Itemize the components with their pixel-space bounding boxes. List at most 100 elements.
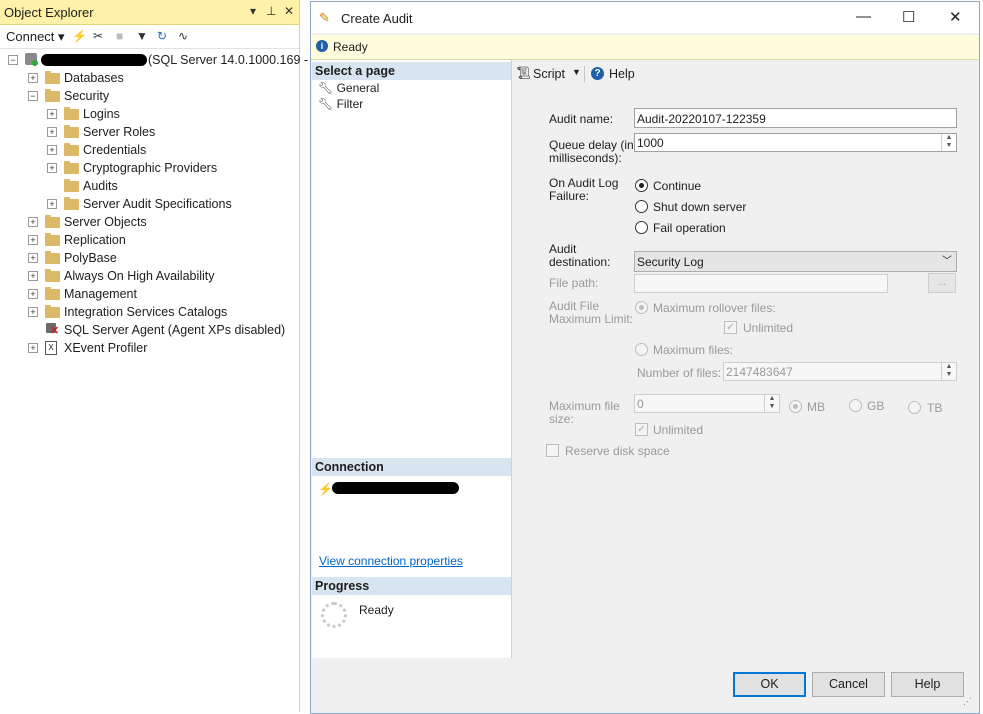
folder-icon <box>45 215 60 228</box>
rollover-unlimited-label: Unlimited <box>743 321 794 335</box>
expand-icon[interactable]: + <box>47 163 57 173</box>
on-failure-label-line2: Failure: <box>549 189 590 203</box>
dialog-title: Create Audit <box>341 11 413 26</box>
folder-icon <box>64 107 79 120</box>
help-button[interactable]: Help <box>891 672 964 697</box>
spin-arrows-icon[interactable]: ▲ ▼ <box>764 395 779 412</box>
rollover-unlimited-checkbox[interactable]: ✓ <box>724 321 737 334</box>
expand-icon[interactable]: + <box>28 253 38 263</box>
tree-label: Management <box>64 287 137 301</box>
tree-label: Cryptographic Providers <box>83 161 218 175</box>
max-limit-label-line2: Maximum Limit: <box>549 312 634 326</box>
expand-icon[interactable]: + <box>28 217 38 227</box>
fail-operation-label: Fail operation <box>653 221 726 235</box>
expand-icon[interactable]: + <box>47 127 57 137</box>
audit-destination-value: Security Log <box>637 255 704 269</box>
size-unlimited-checkbox[interactable]: ✓ <box>635 423 648 436</box>
expand-icon[interactable]: + <box>47 199 57 209</box>
folder-icon <box>64 161 79 174</box>
radio-fail-operation[interactable] <box>635 221 648 234</box>
radio-max-rollover-files[interactable] <box>635 301 648 314</box>
audit-name-input[interactable]: Audit-20220107-122359 <box>634 108 957 128</box>
collapse-icon[interactable]: − <box>8 55 18 65</box>
refresh-icon[interactable]: ↻ <box>157 29 167 43</box>
folder-icon <box>45 89 60 102</box>
cancel-button[interactable]: Cancel <box>812 672 885 697</box>
spin-arrows-icon[interactable]: ▲ ▼ <box>941 134 956 151</box>
close-icon[interactable]: ✕ <box>284 4 294 18</box>
radio-continue[interactable] <box>635 179 648 192</box>
resize-grip-icon[interactable]: ⋰ <box>963 696 972 707</box>
number-of-files-label: Number of files: <box>637 366 722 380</box>
create-audit-dialog: ✎ Create Audit — ☐ ✕ i Ready Select a pa… <box>310 1 980 714</box>
folder-icon <box>45 251 60 264</box>
queue-delay-stepper[interactable]: 1000 ▲ ▼ <box>634 133 957 152</box>
radio-max-files[interactable] <box>635 343 648 356</box>
help-toolbar-button[interactable]: Help <box>609 67 635 81</box>
browse-button[interactable]: ... <box>928 273 956 293</box>
page-filter[interactable]: 🔧︎ Filter <box>318 96 363 112</box>
tree-label: PolyBase <box>64 251 117 265</box>
folder-icon <box>45 233 60 246</box>
number-of-files-stepper[interactable]: 2147483647 ▲ ▼ <box>723 362 957 381</box>
reserve-disk-space-checkbox[interactable] <box>546 444 559 457</box>
radio-tb[interactable] <box>908 401 921 414</box>
collapse-icon[interactable]: − <box>28 91 38 101</box>
folder-icon <box>45 287 60 300</box>
server-version-label: (SQL Server 14.0.1000.169 - s <box>148 53 318 67</box>
tree-label: Replication <box>64 233 126 247</box>
view-connection-properties-link[interactable]: View connection properties <box>319 554 463 568</box>
ok-button[interactable]: OK <box>733 672 806 697</box>
disconnect-icon[interactable]: ✂ <box>93 29 103 43</box>
select-page-header: Select a page <box>312 62 511 80</box>
connect-button[interactable]: Connect ▾ <box>6 29 65 45</box>
folder-icon <box>45 269 60 282</box>
expand-icon[interactable]: + <box>28 73 38 83</box>
radio-gb[interactable] <box>849 399 862 412</box>
folder-icon <box>64 143 79 156</box>
stop-icon[interactable]: ■ <box>116 29 123 43</box>
expand-icon[interactable]: + <box>28 289 38 299</box>
tree-label: Security <box>64 89 110 103</box>
max-file-size-stepper[interactable]: 0 ▲ ▼ <box>634 394 780 413</box>
close-icon[interactable]: ✕ <box>949 8 962 26</box>
expand-icon[interactable]: + <box>28 343 38 353</box>
tree-label: SQL Server Agent (Agent XPs disabled) <box>64 323 286 337</box>
expand-icon[interactable]: + <box>28 271 38 281</box>
page-selector-pane: Select a page 🔧︎ General 🔧︎ Filter Conne… <box>312 60 512 658</box>
script-dropdown-icon[interactable]: ▼ <box>572 67 581 77</box>
spin-arrows-icon[interactable]: ▲ ▼ <box>941 363 956 380</box>
page-general[interactable]: 🔧︎ General <box>318 80 379 96</box>
tree-server-node[interactable]: − (SQL Server 14.0.1000.169 - s <box>0 51 318 69</box>
connection-icon: ⚡ <box>318 482 333 496</box>
audit-destination-select[interactable]: Security Log ﹀ <box>634 251 957 272</box>
queue-delay-label: Queue delay (in milliseconds): <box>549 139 634 165</box>
maximize-icon[interactable]: ☐ <box>902 8 915 26</box>
expand-icon[interactable]: + <box>28 235 38 245</box>
folder-icon <box>64 125 79 138</box>
expand-icon[interactable]: + <box>47 109 57 119</box>
folder-icon <box>64 179 79 192</box>
window-position-icon[interactable]: ▾ <box>250 4 256 18</box>
tree-label: Audits <box>83 179 118 193</box>
radio-shut-down-server[interactable] <box>635 200 648 213</box>
expand-icon[interactable]: + <box>47 145 57 155</box>
script-button[interactable]: Script <box>533 67 565 81</box>
max-files-label: Maximum files: <box>653 343 734 357</box>
radio-mb[interactable] <box>789 400 802 413</box>
max-file-size-label-line1: Maximum file <box>549 399 620 413</box>
tb-label: TB <box>927 401 943 415</box>
pin-icon[interactable]: ⊥ <box>266 4 276 18</box>
expand-icon[interactable]: + <box>28 307 38 317</box>
activity-monitor-icon[interactable]: ∿ <box>178 29 188 43</box>
folder-icon <box>45 71 60 84</box>
redacted-connection-name <box>332 482 459 494</box>
minimize-icon[interactable]: — <box>856 8 871 25</box>
file-path-input[interactable] <box>634 274 888 293</box>
size-unlimited-label: Unlimited <box>653 423 704 437</box>
server-running-icon <box>32 60 38 66</box>
audit-destination-label-line1: Audit <box>549 242 577 256</box>
connect-plug-icon[interactable]: ⚡ <box>72 29 87 43</box>
filter-icon[interactable]: ▼ <box>136 29 148 43</box>
dialog-titlebar: ✎ Create Audit — ☐ ✕ <box>311 2 979 33</box>
